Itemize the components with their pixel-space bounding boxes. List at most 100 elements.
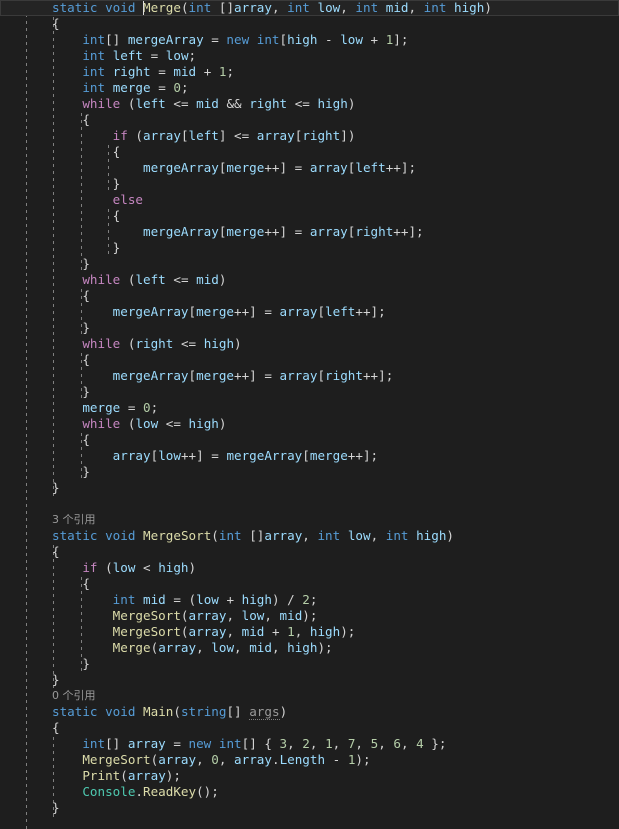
code-line[interactable]: { — [0, 144, 619, 160]
code-line[interactable]: } — [0, 672, 619, 688]
token-id: mid — [279, 608, 303, 623]
code-line[interactable]: mergeArray[merge++] = array[left++]; — [0, 160, 619, 176]
code-line[interactable]: { — [0, 432, 619, 448]
code-line[interactable]: { — [0, 288, 619, 304]
token-pun: ( — [180, 608, 189, 623]
codelens-references[interactable]: 0 个引用 — [0, 688, 619, 704]
token-kw: int — [355, 0, 379, 15]
token-id: high — [158, 560, 189, 575]
token-pun: ( — [120, 272, 136, 287]
code-line[interactable]: } — [0, 240, 619, 256]
token-pun: ) — [279, 704, 288, 719]
code-line[interactable]: static void Main(string[] args) — [0, 704, 619, 720]
token-pun: . — [271, 752, 280, 767]
code-line[interactable]: } — [0, 320, 619, 336]
code-line[interactable]: { — [0, 112, 619, 128]
code-line[interactable]: int mid = (low + high) / 2; — [0, 592, 619, 608]
code-line[interactable]: { — [0, 576, 619, 592]
token-id: array — [158, 640, 197, 655]
code-line-current[interactable]: static void Merge(int []array, int low, … — [0, 0, 619, 16]
token-brc: { — [52, 720, 60, 735]
code-line[interactable]: } — [0, 384, 619, 400]
code-line[interactable]: } — [0, 464, 619, 480]
token-pun: [ — [302, 448, 310, 463]
code-line[interactable]: { — [0, 544, 619, 560]
code-line[interactable]: int merge = 0; — [0, 80, 619, 96]
token-pun: ) / — [271, 592, 303, 607]
code-line[interactable]: int right = mid + 1; — [0, 64, 619, 80]
code-line[interactable]: } — [0, 800, 619, 816]
token-pun: ++]; — [393, 224, 424, 239]
token-kw: int — [317, 528, 341, 543]
token-pun — [135, 528, 143, 543]
token-id: high — [188, 416, 219, 431]
code-line[interactable]: mergeArray[merge++] = array[left++]; — [0, 304, 619, 320]
code-line[interactable]: Print(array); — [0, 768, 619, 784]
code-line[interactable]: } — [0, 176, 619, 192]
token-kw: int — [423, 0, 447, 15]
code-line[interactable]: } — [0, 656, 619, 672]
code-line[interactable]: MergeSort(array, low, mid); — [0, 608, 619, 624]
token-id: array — [309, 224, 348, 239]
token-brc: } — [82, 464, 90, 479]
code-line[interactable]: while (left <= mid) — [0, 272, 619, 288]
token-pun: ) — [218, 272, 227, 287]
token-pun: = ( — [165, 592, 197, 607]
code-line[interactable]: array[low++] = mergeArray[merge++]; — [0, 448, 619, 464]
token-brc: { — [82, 576, 90, 591]
code-line[interactable]: Merge(array, low, mid, high); — [0, 640, 619, 656]
code-surface[interactable]: static void Merge(int []array, int low, … — [0, 0, 619, 816]
token-kw: void — [105, 0, 136, 15]
code-line[interactable]: mergeArray[merge++] = array[right++]; — [0, 224, 619, 240]
code-line[interactable]: while (right <= high) — [0, 336, 619, 352]
token-id: merge — [309, 448, 348, 463]
code-line[interactable]: Console.ReadKey(); — [0, 784, 619, 800]
token-pun: , — [218, 752, 235, 767]
token-id: mid — [173, 64, 197, 79]
code-line[interactable]: else — [0, 192, 619, 208]
code-line[interactable]: } — [0, 256, 619, 272]
code-line[interactable]: int[] array = new int[] { 3, 2, 1, 7, 5,… — [0, 736, 619, 752]
code-line[interactable]: { — [0, 208, 619, 224]
code-line[interactable]: int[] mergeArray = new int[high - low + … — [0, 32, 619, 48]
token-id: low — [241, 608, 265, 623]
token-pun: ++] = — [264, 160, 310, 175]
token-kw: int — [112, 592, 136, 607]
token-pun: , — [196, 752, 212, 767]
code-line[interactable]: { — [0, 352, 619, 368]
codelens-references[interactable]: 3 个引用 — [0, 512, 619, 528]
token-kw: int — [188, 0, 212, 15]
token-num: 2 — [302, 592, 310, 607]
token-brc: } — [52, 800, 60, 815]
code-line[interactable]: MergeSort(array, mid + 1, high); — [0, 624, 619, 640]
code-line[interactable]: { — [0, 16, 619, 32]
code-line[interactable]: { — [0, 720, 619, 736]
code-line[interactable]: while (low <= high) — [0, 416, 619, 432]
code-line-blank[interactable] — [0, 496, 619, 512]
token-pun — [135, 704, 143, 719]
token-pun: [] — [105, 736, 128, 751]
token-brc: } — [52, 672, 60, 687]
token-num: 2 — [302, 736, 310, 751]
code-line[interactable]: mergeArray[merge++] = array[right++]; — [0, 368, 619, 384]
code-line[interactable]: MergeSort(array, 0, array.Length - 1); — [0, 752, 619, 768]
code-line[interactable]: int left = low; — [0, 48, 619, 64]
token-pun: , — [196, 640, 212, 655]
code-line[interactable]: if (array[left] <= array[right]) — [0, 128, 619, 144]
token-kw: void — [105, 528, 136, 543]
code-line[interactable]: merge = 0; — [0, 400, 619, 416]
token-pun — [105, 64, 113, 79]
code-editor[interactable]: 1 个引用 static void Merge(int []array, int… — [0, 0, 619, 829]
code-line[interactable]: if (low < high) — [0, 560, 619, 576]
token-id: merge — [196, 368, 235, 383]
token-id: low — [135, 416, 159, 431]
token-pun: <= — [158, 416, 189, 431]
code-line[interactable]: static void MergeSort(int []array, int l… — [0, 528, 619, 544]
code-line[interactable]: } — [0, 480, 619, 496]
code-line[interactable]: while (left <= mid && right <= high) — [0, 96, 619, 112]
